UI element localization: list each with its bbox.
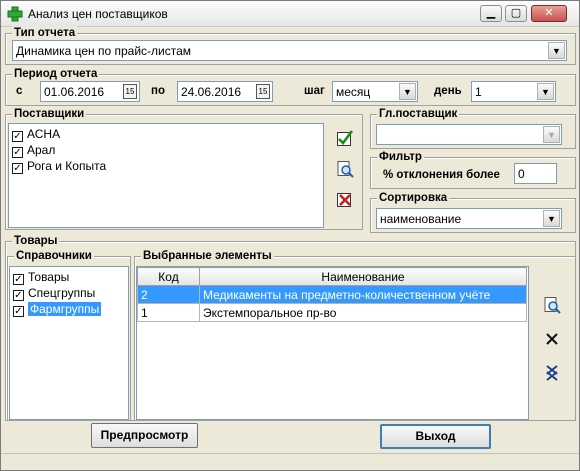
step-select[interactable]: месяц ▼ — [332, 81, 418, 102]
elements-table: Код Наименование 2 Медикаменты на предме… — [137, 267, 527, 322]
from-label: с — [16, 85, 23, 97]
to-date-value: 24.06.2016 — [181, 85, 242, 99]
sorting-select[interactable]: наименование ▼ — [376, 208, 562, 229]
preview-button[interactable]: Предпросмотр — [91, 423, 198, 448]
list-item[interactable]: ✓ Фармгруппы — [13, 302, 102, 318]
checkbox-checked-icon[interactable]: ✓ — [12, 163, 23, 174]
deviation-input[interactable]: 0 — [514, 163, 557, 184]
step-label: шаг — [304, 85, 325, 97]
directories-label: Справочники — [14, 249, 94, 263]
filter-group: Фильтр % отклонения более 0 — [370, 150, 576, 189]
status-bar — [1, 453, 579, 470]
goods-group: Товары Справочники ✓ Товары ✓ Спецгруппы ✓… — [5, 234, 576, 421]
calendar-icon[interactable]: 15 — [256, 84, 270, 99]
app-window: Анализ цен поставщиков ▁ ▢ ✕ Тип отчета … — [0, 0, 580, 471]
report-type-select[interactable]: Динамика цен по прайс-листам ▼ — [12, 40, 567, 61]
window-title: Анализ цен поставщиков — [28, 7, 168, 21]
cell-name: Медикаменты на предметно-количественном … — [199, 285, 527, 304]
deviation-label: % отклонения более — [383, 169, 500, 181]
suppliers-label: Поставщики — [12, 107, 87, 121]
checkbox-checked-icon[interactable]: ✓ — [13, 274, 24, 285]
cell-name: Экстемпоральное пр-во — [199, 303, 527, 322]
checkbox-checked-icon[interactable]: ✓ — [13, 306, 24, 317]
directories-list[interactable]: ✓ Товары ✓ Спецгруппы ✓ Фармгруппы — [9, 266, 129, 420]
app-cross-icon — [7, 6, 23, 22]
day-value: 1 — [475, 85, 482, 99]
day-select[interactable]: 1 ▼ — [471, 81, 556, 102]
period-group: Период отчета с 01.06.2016 15 по 24.06.2… — [5, 67, 576, 106]
chevron-down-icon[interactable]: ▼ — [543, 210, 560, 227]
search-add-icon[interactable] — [543, 296, 561, 314]
day-label: день — [434, 85, 462, 97]
table-row[interactable]: 2 Медикаменты на предметно-количественно… — [137, 285, 527, 304]
delete-icon[interactable] — [336, 190, 354, 208]
main-supplier-label: Гл.поставщик — [377, 107, 460, 121]
cell-code: 1 — [137, 303, 200, 322]
list-item[interactable]: ✓ Спецгруппы — [13, 286, 95, 302]
main-supplier-group: Гл.поставщик ▼ — [370, 107, 576, 149]
to-label: по — [151, 85, 165, 97]
chevron-down-icon[interactable]: ▼ — [399, 83, 416, 100]
selected-elements-grid[interactable]: Код Наименование 2 Медикаменты на предме… — [136, 266, 529, 420]
title-bar: Анализ цен поставщиков ▁ ▢ ✕ — [1, 1, 579, 27]
selected-elements-group: Выбранные элементы Код Наименование 2 Ме… — [134, 249, 576, 421]
directories-group: Справочники ✓ Товары ✓ Спецгруппы ✓ Фармгру… — [7, 249, 131, 421]
checkbox-checked-icon[interactable]: ✓ — [12, 147, 23, 158]
step-value: месяц — [336, 85, 371, 99]
sorting-label: Сортировка — [377, 191, 450, 205]
period-label: Период отчета — [12, 67, 100, 81]
chevron-down-icon[interactable]: ▼ — [548, 42, 565, 59]
checkbox-checked-icon[interactable]: ✓ — [13, 290, 24, 301]
close-icon: ✕ — [544, 7, 554, 19]
from-date-field[interactable]: 01.06.2016 15 — [40, 81, 140, 102]
suppliers-group: Поставщики ✓ АСНА ✓ Арал ✓ Рога и Копыта — [5, 107, 363, 230]
column-header-code[interactable]: Код — [137, 267, 200, 286]
selected-elements-label: Выбранные элементы — [141, 249, 274, 263]
remove-all-icon[interactable] — [543, 364, 561, 382]
minimize-icon: ▁ — [486, 7, 496, 19]
search-add-icon[interactable] — [336, 160, 354, 178]
suppliers-list[interactable]: ✓ АСНА ✓ Арал ✓ Рога и Копыта — [8, 123, 324, 228]
remove-icon[interactable] — [543, 330, 561, 348]
report-type-value: Динамика цен по прайс-листам — [16, 44, 192, 58]
list-item[interactable]: ✓ Арал — [12, 143, 55, 159]
filter-label: Фильтр — [377, 150, 424, 164]
table-row[interactable]: 1 Экстемпоральное пр-во — [137, 303, 527, 322]
main-supplier-select[interactable]: ▼ — [376, 124, 562, 145]
column-header-name[interactable]: Наименование — [199, 267, 527, 286]
list-item[interactable]: ✓ АСНА — [12, 127, 60, 143]
minimize-button[interactable]: ▁ — [480, 5, 502, 22]
checkbox-checked-icon[interactable]: ✓ — [12, 131, 23, 142]
report-type-group: Тип отчета Динамика цен по прайс-листам … — [5, 26, 576, 65]
list-item[interactable]: ✓ Товары — [13, 270, 69, 286]
close-button[interactable]: ✕ — [531, 5, 567, 22]
cell-code: 2 — [137, 285, 200, 304]
goods-label: Товары — [12, 234, 60, 248]
check-all-icon[interactable] — [336, 129, 354, 147]
deviation-value: 0 — [518, 167, 525, 181]
maximize-button[interactable]: ▢ — [505, 5, 527, 22]
to-date-field[interactable]: 24.06.2016 15 — [177, 81, 273, 102]
sorting-group: Сортировка наименование ▼ — [370, 191, 576, 233]
from-date-value: 01.06.2016 — [44, 85, 105, 99]
sorting-value: наименование — [380, 212, 462, 226]
maximize-icon: ▢ — [510, 7, 522, 19]
chevron-down-icon[interactable]: ▼ — [543, 126, 560, 143]
list-item[interactable]: ✓ Рога и Копыта — [12, 159, 106, 175]
calendar-icon[interactable]: 15 — [123, 84, 137, 99]
chevron-down-icon[interactable]: ▼ — [537, 83, 554, 100]
exit-button[interactable]: Выход — [380, 424, 491, 449]
report-type-label: Тип отчета — [12, 26, 78, 40]
